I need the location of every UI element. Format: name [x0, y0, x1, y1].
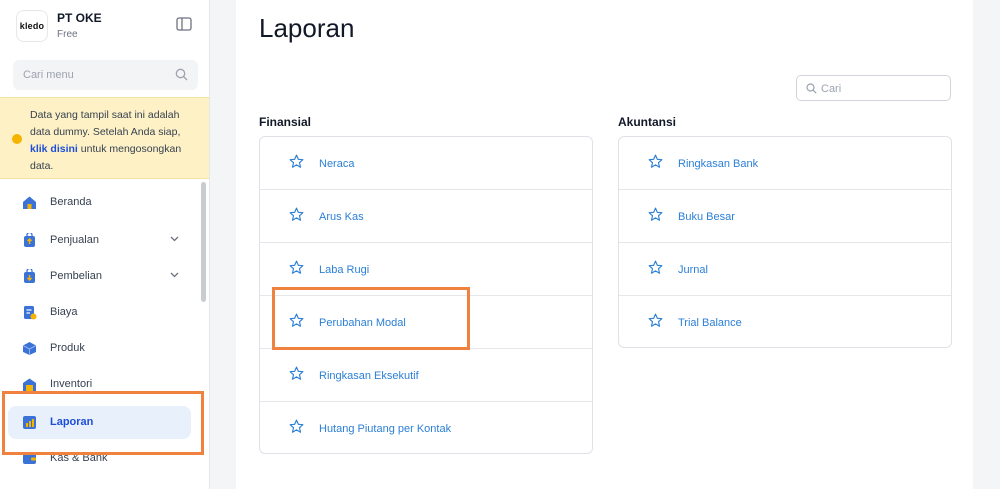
search-icon — [806, 83, 817, 94]
section-title-akuntansi: Akuntansi — [618, 115, 677, 129]
sidebar-item-pembelian[interactable]: Pembelian — [8, 260, 191, 293]
report-search-placeholder: Cari — [821, 83, 842, 95]
star-icon[interactable] — [289, 366, 304, 381]
brand: kledo PT OKE Free — [16, 8, 196, 52]
page-title: Laporan — [259, 13, 355, 43]
report-item-label[interactable]: Neraca — [319, 158, 354, 170]
report-item-arus-kas[interactable]: Arus Kas — [260, 190, 592, 243]
company-name[interactable]: PT OKE — [57, 11, 102, 25]
star-icon[interactable] — [648, 260, 663, 275]
dummy-data-notice: Data yang tampil saat ini adalah data du… — [0, 97, 209, 179]
sales-icon — [24, 233, 35, 247]
report-item-label[interactable]: Trial Balance — [678, 317, 742, 329]
star-icon[interactable] — [289, 207, 304, 222]
report-item-trial-balance[interactable]: Trial Balance — [619, 296, 951, 349]
company-logo[interactable]: kledo — [16, 10, 48, 42]
star-icon[interactable] — [289, 154, 304, 169]
star-icon[interactable] — [289, 419, 304, 434]
sidebar-item-label: Pembelian — [50, 270, 102, 282]
expense-icon — [24, 306, 37, 320]
report-item-label[interactable]: Laba Rugi — [319, 264, 369, 276]
report-item-label[interactable]: Jurnal — [678, 264, 708, 276]
menu-search-placeholder: Cari menu — [23, 69, 74, 81]
sidebar-toggle-icon[interactable] — [176, 17, 192, 31]
report-search-input[interactable]: Cari — [796, 75, 951, 101]
sidebar-item-label: Biaya — [50, 306, 78, 318]
report-item-ringkasan-eksekutif[interactable]: Ringkasan Eksekutif — [260, 349, 592, 402]
highlight-box-perubahan-modal — [272, 287, 470, 350]
home-icon — [23, 196, 36, 209]
sidebar-item-label: Produk — [50, 342, 85, 354]
sidebar-item-penjualan[interactable]: Penjualan — [8, 224, 191, 257]
report-item-jurnal[interactable]: Jurnal — [619, 243, 951, 296]
sidebar-item-beranda[interactable]: Beranda — [8, 186, 191, 219]
main-content: Laporan Cari Finansial Neraca Arus Kas L… — [236, 0, 973, 489]
clear-data-link[interactable]: klik disini — [30, 143, 78, 155]
report-item-label[interactable]: Hutang Piutang per Kontak — [319, 423, 451, 435]
sidebar-item-label: Penjualan — [50, 234, 99, 246]
star-icon[interactable] — [289, 260, 304, 275]
report-item-label[interactable]: Ringkasan Eksekutif — [319, 370, 419, 382]
sidebar-item-biaya[interactable]: Biaya — [8, 296, 191, 329]
report-item-buku-besar[interactable]: Buku Besar — [619, 190, 951, 243]
star-icon[interactable] — [648, 154, 663, 169]
sidebar-item-label: Beranda — [50, 196, 92, 208]
notice-dot-icon — [12, 134, 22, 144]
star-icon[interactable] — [648, 313, 663, 328]
report-item-hutang-piutang-per-kontak[interactable]: Hutang Piutang per Kontak — [260, 402, 592, 455]
report-item-label[interactable]: Ringkasan Bank — [678, 158, 758, 170]
report-item-label[interactable]: Buku Besar — [678, 211, 735, 223]
search-icon — [175, 68, 188, 81]
inventory-icon — [23, 378, 36, 391]
purchase-icon — [24, 269, 35, 283]
report-item-neraca[interactable]: Neraca — [260, 137, 592, 190]
report-item-ringkasan-bank[interactable]: Ringkasan Bank — [619, 137, 951, 190]
notice-text: Data yang tampil saat ini adalah data du… — [30, 107, 200, 175]
chevron-down-icon — [170, 272, 179, 278]
notice-text-before: Data yang tampil saat ini adalah data du… — [30, 109, 181, 138]
report-item-label[interactable]: Arus Kas — [319, 211, 364, 223]
section-title-finansial: Finansial — [259, 115, 312, 129]
plan-label: Free — [57, 29, 78, 40]
star-icon[interactable] — [648, 207, 663, 222]
right-gutter — [973, 0, 1000, 489]
logo-text: kledo — [19, 21, 45, 31]
product-icon — [22, 342, 37, 355]
chevron-down-icon — [170, 236, 179, 242]
akuntansi-report-list: Ringkasan Bank Buku Besar Jurnal Trial B… — [618, 136, 952, 348]
sidebar-item-label: Inventori — [50, 378, 93, 390]
sidebar-item-produk[interactable]: Produk — [8, 332, 191, 365]
menu-search-input[interactable]: Cari menu — [13, 60, 198, 90]
highlight-box-laporan — [2, 391, 204, 455]
sidebar-scrollbar[interactable] — [201, 182, 206, 302]
